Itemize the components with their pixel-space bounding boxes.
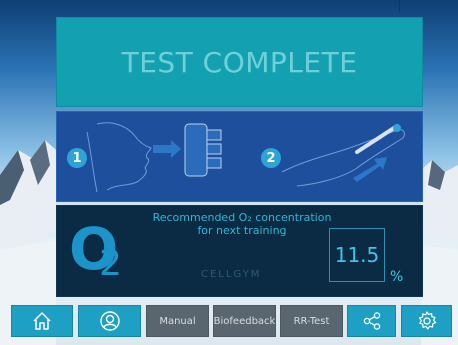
rr-test-button[interactable]: RR-Test	[280, 305, 343, 337]
face-outline-drawing	[96, 122, 152, 191]
settings-button[interactable]	[401, 305, 452, 337]
page-title: TEST COMPLETE	[121, 45, 358, 79]
step-1-badge: 1	[67, 148, 87, 168]
manual-button[interactable]: Manual	[146, 305, 209, 337]
sensor-device-icon	[184, 123, 222, 177]
o2-unit: %	[390, 269, 404, 285]
o2-value: 11.5	[334, 243, 380, 267]
title-panel: TEST COMPLETE	[56, 17, 423, 107]
share-button[interactable]	[347, 305, 396, 337]
step-2-badge: 2	[261, 148, 281, 168]
arrow-right-icon	[153, 140, 181, 158]
recommendation-text: Recommended O₂ concentration for next tr…	[137, 211, 347, 237]
recommendation-line-1: Recommended O₂ concentration	[152, 211, 332, 224]
user-icon	[99, 311, 120, 331]
biofeedback-button[interactable]: Biofeedback	[213, 305, 276, 337]
gear-icon	[418, 311, 436, 330]
home-button[interactable]	[11, 305, 73, 337]
corner-mark	[399, 0, 400, 12]
recommendation-line-2: for next training	[197, 224, 287, 237]
o2-subscript: 2	[99, 243, 122, 284]
home-icon	[33, 312, 51, 330]
o2-value-display: 11.5	[329, 228, 385, 282]
result-panel: O 2 Recommended O₂ concentration for nex…	[56, 205, 423, 297]
share-icon	[363, 312, 380, 330]
user-button[interactable]	[78, 305, 141, 337]
brand-logo: CELLGYM	[201, 269, 262, 280]
instruction-panel: 1 2	[56, 111, 423, 202]
arrow-up-right-icon	[353, 157, 387, 182]
instruction-illustration	[86, 122, 405, 193]
bottom-toolbar: Manual Biofeedback RR-Test	[0, 305, 458, 337]
